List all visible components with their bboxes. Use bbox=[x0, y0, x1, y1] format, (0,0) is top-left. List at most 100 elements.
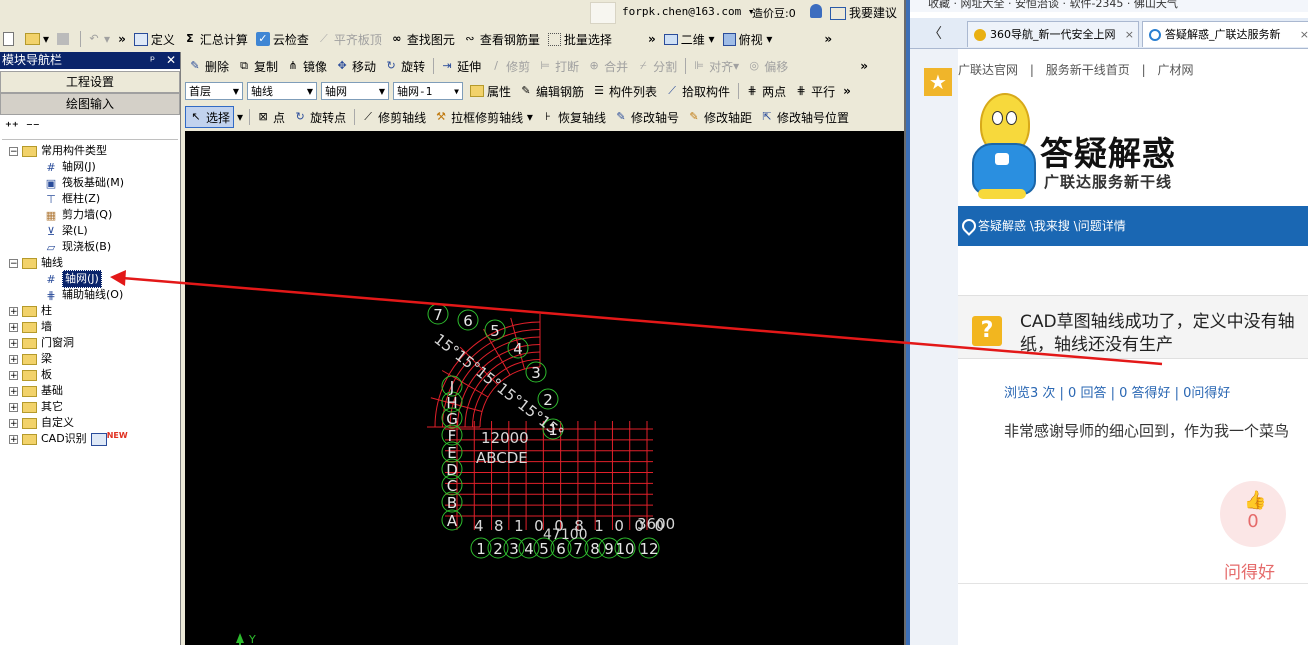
expand-all-button[interactable]: ⁺⁺ bbox=[5, 120, 19, 135]
merge-button[interactable]: ⊕ 合并 bbox=[584, 56, 631, 76]
split-button[interactable]: ⌿ 分割 bbox=[633, 56, 680, 76]
user-account-menu[interactable]: forpk.chen@163.com ▾ bbox=[622, 5, 754, 18]
align-dropdown[interactable]: ⊫ 对齐 ▾ bbox=[689, 56, 742, 76]
save-button[interactable] bbox=[54, 29, 75, 49]
expand-icon[interactable]: + bbox=[9, 418, 18, 428]
select-button[interactable]: ↖ 选择 bbox=[185, 106, 235, 128]
expand-icon[interactable]: + bbox=[9, 370, 18, 380]
toolbar-overflow-chevron[interactable]: » bbox=[115, 29, 129, 49]
toolbar-overflow-chevron-2[interactable]: » bbox=[645, 29, 659, 49]
favorites-star-button[interactable]: ★ bbox=[924, 68, 952, 96]
breadcrumb[interactable]: 答疑解惑 \我来搜 \问题详情 bbox=[978, 206, 1126, 246]
tree-folder-foundation[interactable]: + 基础 bbox=[9, 383, 63, 399]
tab-close-icon[interactable]: × bbox=[1125, 22, 1134, 47]
select-mode-dropdown[interactable]: ▾ bbox=[236, 107, 244, 127]
cloud-check-button[interactable]: ✓ 云检查 bbox=[253, 29, 312, 49]
tree-folder-other[interactable]: + 其它 bbox=[9, 399, 63, 415]
tree-item-axis-grid-selected[interactable]: # 轴网(J) bbox=[44, 270, 102, 288]
tree-folder-openings[interactable]: + 门窗洞 bbox=[9, 335, 74, 351]
rotate-button[interactable]: ↻ 旋转 bbox=[381, 56, 428, 76]
pin-icon[interactable]: ᵖ bbox=[150, 52, 155, 69]
floor-select[interactable]: 首层 ▼ bbox=[185, 82, 243, 100]
tree-folder-slab[interactable]: + 板 bbox=[9, 367, 52, 383]
expand-icon[interactable]: + bbox=[9, 306, 18, 316]
tree-folder-cad-recognition[interactable]: + CAD识别 NEW bbox=[9, 431, 128, 447]
site-link-materials[interactable]: 广材网 bbox=[1157, 63, 1193, 77]
flush-slab-button[interactable]: ⟋ 平齐板顶 bbox=[314, 29, 385, 49]
tree-item-cast-slab[interactable]: ▱ 现浇板(B) bbox=[44, 239, 111, 255]
toolbar-overflow-chevron-4[interactable]: » bbox=[857, 56, 871, 76]
find-element-button[interactable]: ∞ 查找图元 bbox=[387, 29, 458, 49]
toolbar-overflow-chevron-3[interactable]: » bbox=[821, 29, 835, 49]
expand-icon[interactable]: + bbox=[9, 402, 18, 412]
bell-icon[interactable] bbox=[810, 4, 822, 18]
open-file-button[interactable]: ▾ bbox=[22, 29, 52, 49]
tab-close-icon[interactable]: × bbox=[1300, 22, 1308, 47]
close-icon[interactable]: ✕ bbox=[166, 52, 176, 69]
toolbar-overflow-chevron-5[interactable]: » bbox=[840, 81, 854, 101]
expand-icon[interactable]: + bbox=[9, 386, 18, 396]
tree-item-shear-wall[interactable]: ▦ 剪力墙(Q) bbox=[44, 207, 112, 223]
feedback-button[interactable]: 我要建议 bbox=[830, 4, 897, 21]
tree-folder-wall[interactable]: + 墙 bbox=[9, 319, 52, 335]
view-rebar-button[interactable]: ∾ 查看钢筋量 bbox=[460, 29, 543, 49]
bookmarks-text[interactable]: 收藏 · 网址大全 · 安恒治谈 · 软件-2345 · 佛山天气 bbox=[910, 0, 1178, 10]
back-button[interactable]: 〈 bbox=[928, 23, 942, 43]
collapse-icon[interactable]: − bbox=[9, 258, 18, 268]
trim-button[interactable]: / 修剪 bbox=[486, 56, 533, 76]
mirror-button[interactable]: ⋔ 镜像 bbox=[283, 56, 330, 76]
new-file-button[interactable] bbox=[0, 29, 20, 49]
offset-button[interactable]: ◎ 偏移 bbox=[744, 56, 791, 76]
expand-icon[interactable]: + bbox=[9, 434, 18, 444]
edit-axis-pos-button[interactable]: ⇱ 修改轴号位置 bbox=[757, 107, 852, 127]
define-button[interactable]: 定义 bbox=[131, 29, 178, 49]
two-points-button[interactable]: ⋕ 两点 bbox=[742, 81, 789, 101]
trim-axis-button[interactable]: ⟋ 修剪轴线 bbox=[358, 107, 429, 127]
instance-select[interactable]: 轴网-1 ▼ bbox=[393, 82, 463, 100]
point-button[interactable]: ⊠ 点 bbox=[253, 107, 288, 127]
batch-select-button[interactable]: 批量选择 bbox=[545, 29, 615, 49]
tree-folder-custom[interactable]: + 自定义 bbox=[9, 415, 74, 431]
tree-item-aux-axis[interactable]: ⋕ 辅助轴线(O) bbox=[44, 287, 123, 303]
tree-folder-beam[interactable]: + 梁 bbox=[9, 351, 52, 367]
move-button[interactable]: ✥ 移动 bbox=[332, 56, 379, 76]
tree-folder-axis[interactable]: − 轴线 bbox=[9, 255, 63, 271]
view-angle-dropdown[interactable]: 俯视 ▾ bbox=[720, 29, 776, 49]
box-trim-axis-button[interactable]: ⚒ 拉框修剪轴线 ▾ bbox=[431, 107, 536, 127]
delete-button[interactable]: ✎ 删除 bbox=[185, 56, 232, 76]
tab-answer-center[interactable]: 答疑解惑_广联达服务新 × bbox=[1142, 21, 1308, 47]
tree-item-raft-foundation[interactable]: ▣ 筏板基础(M) bbox=[44, 175, 124, 191]
project-settings-button[interactable]: 工程设置 bbox=[0, 71, 180, 93]
tree-item-beam[interactable]: ⊻ 梁(L) bbox=[44, 223, 88, 239]
tree-folder-column[interactable]: + 柱 bbox=[9, 303, 52, 319]
expand-icon[interactable]: + bbox=[9, 322, 18, 332]
tree-item-frame-column[interactable]: ⊤ 框柱(Z) bbox=[44, 191, 100, 207]
sum-calc-button[interactable]: Σ 汇总计算 bbox=[180, 29, 251, 49]
pick-component-button[interactable]: ⟋ 拾取构件 bbox=[662, 81, 733, 101]
properties-button[interactable]: 属性 bbox=[467, 81, 514, 101]
tree-item-axis-grid[interactable]: # 轴网(J) bbox=[44, 159, 95, 175]
site-link-glodon[interactable]: 广联达官网 bbox=[958, 63, 1018, 77]
restore-axis-button[interactable]: ⊦ 恢复轴线 bbox=[538, 107, 609, 127]
category-select[interactable]: 轴线 ▼ bbox=[247, 82, 317, 100]
like-label[interactable]: 问得好 bbox=[1224, 558, 1275, 583]
copy-button[interactable]: ⧉ 复制 bbox=[234, 56, 281, 76]
expand-icon[interactable]: + bbox=[9, 338, 18, 348]
tab-360-nav[interactable]: 360导航_新一代安全上网 × bbox=[967, 21, 1139, 47]
site-link-service-home[interactable]: 服务新干线首页 bbox=[1046, 63, 1130, 77]
drawing-input-button[interactable]: 绘图输入 bbox=[0, 93, 180, 115]
parallel-button[interactable]: ⋕ 平行 bbox=[791, 81, 838, 101]
edit-axis-no-button[interactable]: ✎ 修改轴号 bbox=[611, 107, 682, 127]
view-mode-dropdown[interactable]: 二维 ▾ bbox=[661, 29, 718, 49]
type-select[interactable]: 轴网 ▼ bbox=[321, 82, 389, 100]
component-list-button[interactable]: ☰ 构件列表 bbox=[589, 81, 660, 101]
collapse-icon[interactable]: − bbox=[9, 146, 18, 156]
drawing-canvas[interactable]: 7 6 5 4 3 2 1 1 2 3 4 5 6 7 8 9 10 12 A B C D E F G H J 15°15°15°1… bbox=[185, 131, 904, 645]
edit-rebar-button[interactable]: ✎ 编辑钢筋 bbox=[516, 81, 587, 101]
expand-icon[interactable]: + bbox=[9, 354, 18, 364]
undo-button[interactable]: ↶ ▾ bbox=[84, 29, 113, 49]
break-button[interactable]: ⊨ 打断 bbox=[535, 56, 582, 76]
mascot-logo[interactable] bbox=[962, 91, 1042, 203]
like-button[interactable]: 👍 0 bbox=[1220, 481, 1286, 547]
collapse-all-button[interactable]: ⁻⁻ bbox=[26, 120, 40, 135]
